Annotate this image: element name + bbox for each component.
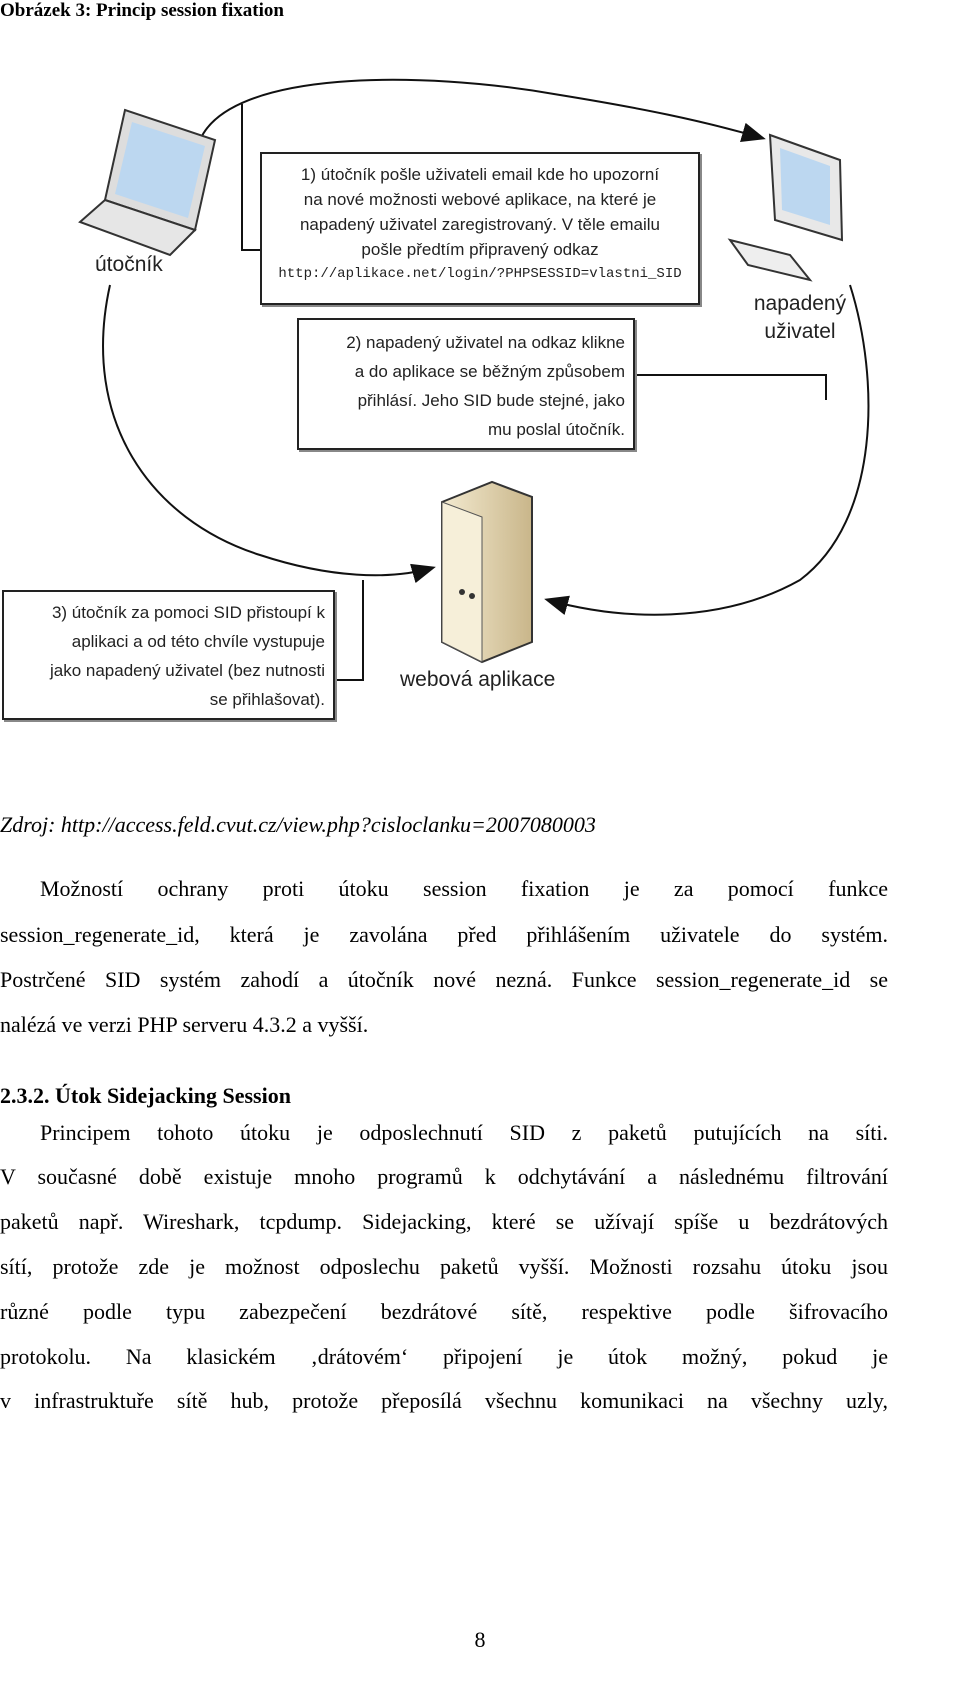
- paragraph-line: paketů např. Wireshark, tcpdump. Sidejac…: [0, 1209, 888, 1234]
- step1-box: 1) útočník pošle uživateli email kde ho …: [260, 152, 700, 305]
- step3-box: 3) útočník za pomoci SID přistoupí k apl…: [2, 590, 335, 720]
- step1-line: na nové možnosti webové aplikace, na kte…: [303, 190, 657, 209]
- victim-label: napadený uživatel: [740, 290, 860, 346]
- step2-line: přihlásí. Jeho SID bude stejné, jako: [357, 391, 625, 410]
- connector-step3: [336, 580, 364, 681]
- step2-box: 2) napadený uživatel na odkaz klikne a d…: [297, 318, 635, 450]
- victim-label-line: napadený: [753, 292, 847, 315]
- attacker-label: útočník: [95, 253, 163, 276]
- figure-source: Zdroj: http://access.feld.cvut.cz/view.p…: [0, 812, 596, 837]
- step1-line: pošle předtím připravený odkaz: [361, 240, 599, 259]
- step3-line: 3) útočník za pomoci SID přistoupí k: [51, 603, 325, 622]
- paragraph-line: protokolu. Na klasickém ‚drátovém‘ připo…: [0, 1344, 888, 1369]
- paragraph-line: sítí, protože zde je možnost odposlechu …: [0, 1254, 888, 1279]
- paragraph-line: V současné době existuje mnoho programů …: [0, 1164, 888, 1189]
- paragraph-line: session_regenerate_id, která je zavolána…: [0, 922, 888, 947]
- connector-step2: [636, 374, 827, 400]
- paragraph-line: Postrčené SID systém zahodí a útočník no…: [0, 967, 888, 992]
- laptop-icon: [78, 108, 217, 257]
- step3-line: se přihlašovat).: [209, 690, 325, 709]
- server-icon: [441, 480, 533, 664]
- step1-line: 1) útočník pošle uživateli email kde ho …: [300, 165, 660, 184]
- paragraph-line: různé podle typu zabezpečení bezdrátové …: [0, 1299, 888, 1324]
- victim-label-line: uživatel: [764, 320, 836, 343]
- step1-line: napadený uživatel zaregistrovaný. V těle…: [299, 215, 661, 234]
- step2-line: 2) napadený uživatel na odkaz klikne: [346, 333, 625, 352]
- server-label: webová aplikace: [400, 668, 556, 691]
- figure-caption: Obrázek 3: Princip session fixation: [0, 0, 284, 21]
- step2-line: a do aplikace se běžným způsobem: [354, 362, 625, 381]
- desktop-computer-icon: [727, 133, 844, 282]
- page-number: 8: [474, 1627, 486, 1652]
- paragraph-line: Principem tohoto útoku je odposlechnutí …: [40, 1120, 888, 1145]
- section-heading: 2.3.2. Útok Sidejacking Session: [0, 1083, 291, 1108]
- connector-step1: [241, 104, 262, 251]
- paragraph-line: nalézá ve verzi PHP serveru 4.3.2 a vyšš…: [0, 1012, 369, 1037]
- paragraph-line: v infrastruktuře sítě hub, protože přepo…: [0, 1388, 888, 1413]
- step1-url: http://aplikace.net/login/?PHPSESSID=vla…: [278, 266, 682, 282]
- step2-line: mu poslal útočník.: [487, 420, 625, 439]
- step3-line: jako napadený uživatel (bez nutnosti: [49, 661, 325, 680]
- step3-line: aplikaci a od této chvíle vystupuje: [71, 632, 325, 651]
- paragraph-line: Možností ochrany proti útoku session fix…: [40, 876, 888, 901]
- arrow-attacker-to-victim: [199, 78, 766, 143]
